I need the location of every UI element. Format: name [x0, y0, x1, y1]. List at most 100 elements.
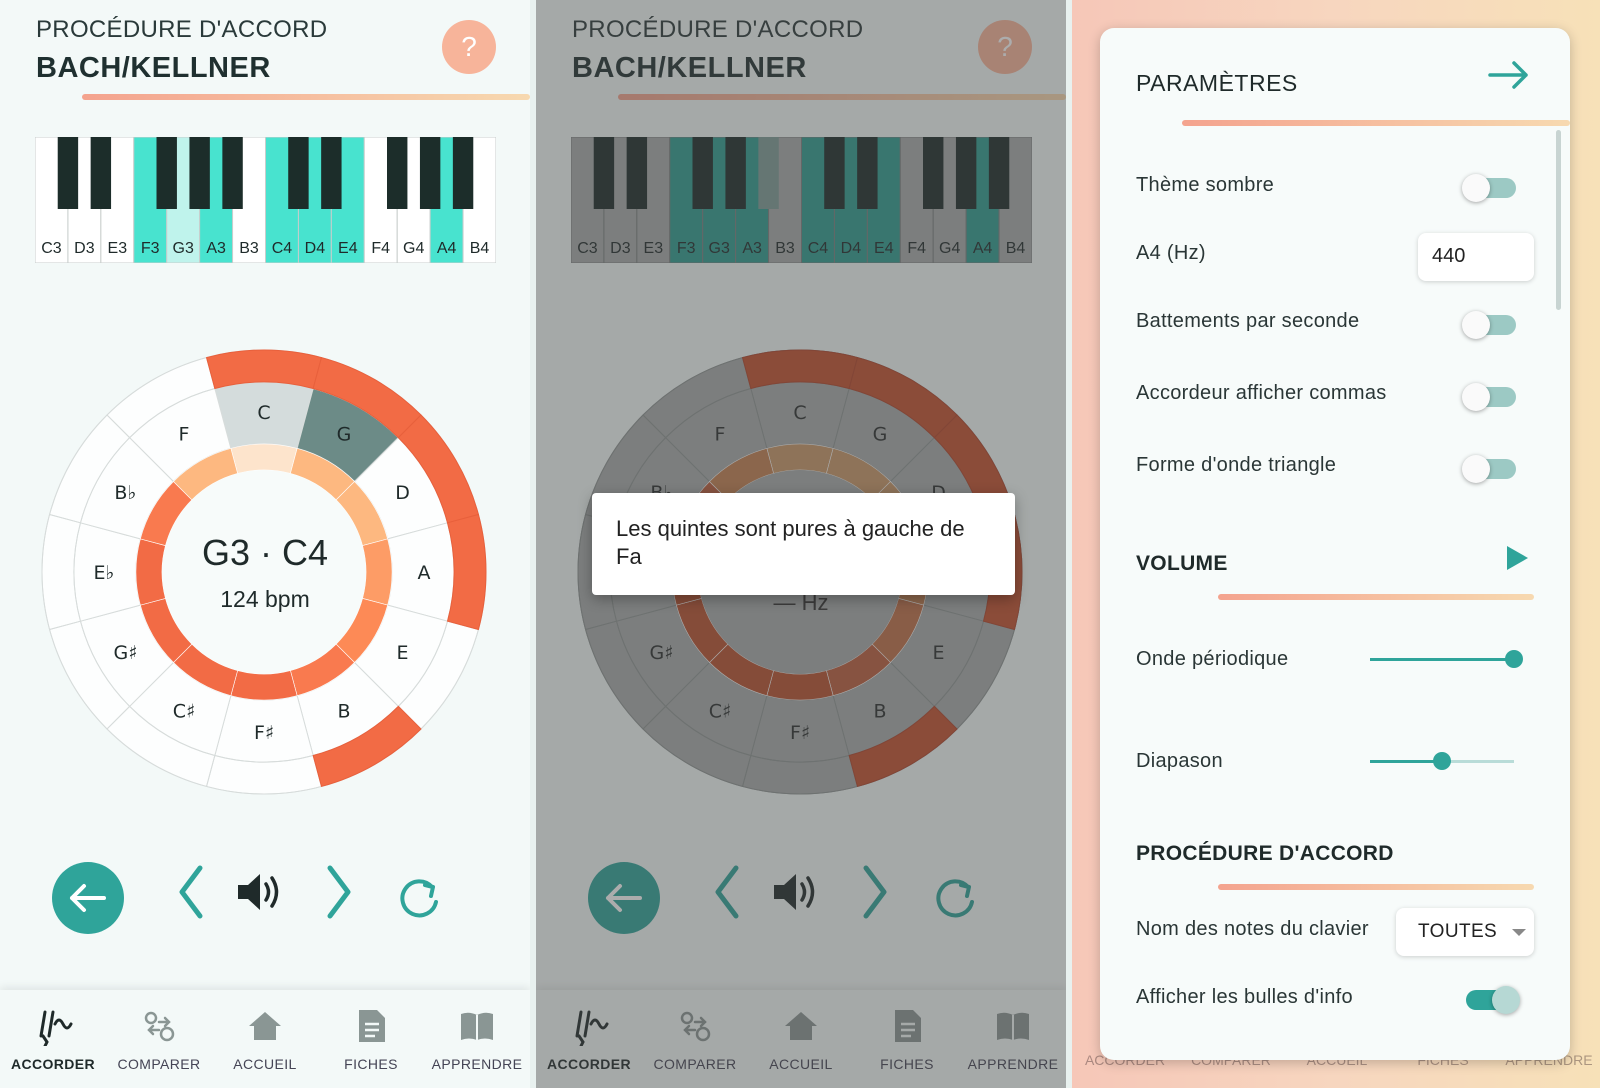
select-value: TOUTES — [1418, 921, 1498, 942]
note-label: D — [395, 482, 410, 504]
diapason-slider[interactable] — [1370, 752, 1514, 772]
black-key[interactable] — [90, 137, 112, 209]
document-icon — [359, 1010, 385, 1042]
key-label: E3 — [108, 240, 128, 257]
slider-knob[interactable] — [1433, 752, 1451, 770]
black-key[interactable] — [452, 137, 474, 209]
toggle-knob — [1462, 383, 1490, 411]
a4-frequency-input[interactable]: 440 — [1418, 233, 1534, 281]
dark-theme-label: Thème sombre — [1136, 174, 1275, 196]
triangle-label: Forme d'onde triangle — [1136, 454, 1337, 476]
black-key[interactable] — [222, 137, 243, 209]
note-names-label: Nom des notes du clavier — [1136, 918, 1369, 940]
note-label: F♯ — [254, 722, 274, 744]
nav-label: COMPARER — [117, 1056, 201, 1072]
help-button[interactable]: ? — [442, 20, 496, 74]
piano-keyboard[interactable]: C3 D3 E3 F3 G3 A3 B3 C4 D4 E4 F4 G4 A4 B4 — [35, 137, 496, 263]
key-label: G3 — [173, 240, 194, 257]
key-label: F4 — [371, 240, 390, 257]
black-key[interactable] — [156, 137, 177, 209]
nav-item-comparer[interactable]: COMPARER — [106, 990, 212, 1088]
page-title: BACH/KELLNER — [36, 52, 271, 84]
note-label: E — [397, 642, 409, 664]
note-label: F — [179, 423, 190, 445]
key-label: B4 — [470, 240, 490, 257]
settings-title: PARAMÈTRES — [1136, 70, 1298, 96]
black-key[interactable] — [189, 137, 210, 209]
nav-label: FICHES — [344, 1056, 398, 1072]
tuning-screen-with-tooltip: PROCÉDURE D'ACCORD BACH/KELLNER ? C3 D3 E3… — [536, 0, 1066, 1088]
key-label: D4 — [305, 240, 326, 257]
compare-icon — [144, 1011, 175, 1042]
black-key[interactable] — [321, 137, 342, 209]
play-icon[interactable] — [1504, 544, 1530, 572]
next-button[interactable] — [318, 862, 358, 922]
key-label: C3 — [41, 240, 62, 257]
periodic-label: Onde périodique — [1136, 648, 1289, 670]
note-names-select[interactable]: TOUTES — [1396, 908, 1534, 956]
interval-segment — [230, 670, 298, 701]
black-key[interactable] — [57, 137, 79, 209]
tooltips-label: Afficher les bulles d'info — [1136, 986, 1353, 1008]
page-subtitle: PROCÉDURE D'ACCORD — [36, 16, 328, 43]
slider-fill — [1370, 760, 1442, 763]
key-label: C4 — [272, 240, 293, 257]
toggle-knob — [1462, 174, 1490, 202]
diapason-label: Diapason — [1136, 750, 1223, 772]
nav-label: APPRENDRE — [431, 1056, 523, 1072]
scrollbar[interactable] — [1556, 130, 1561, 310]
arrow-left-icon — [70, 884, 106, 912]
settings-divider — [1182, 120, 1570, 126]
note-label: C — [257, 402, 270, 424]
black-key[interactable] — [387, 137, 408, 209]
key-label: D3 — [74, 240, 95, 257]
nav-item-apprendre[interactable]: APPRENDRE — [424, 990, 530, 1088]
key-label: E4 — [338, 240, 358, 257]
note-label: C♯ — [173, 701, 195, 723]
back-button[interactable] — [52, 862, 124, 934]
settings-screen: ACCORDER COMPARER ACCUEIL FICHES APPREND… — [1072, 0, 1600, 1088]
commas-toggle[interactable] — [1462, 383, 1516, 411]
header-divider — [82, 94, 530, 100]
black-key[interactable] — [288, 137, 309, 209]
repeat-icon[interactable] — [394, 872, 444, 922]
interval-segment — [230, 443, 298, 474]
previous-button[interactable] — [172, 862, 212, 922]
toggle-knob — [1462, 455, 1490, 483]
triangle-toggle[interactable] — [1462, 455, 1516, 483]
tuning-screen: PROCÉDURE D'ACCORD BACH/KELLNER ? C3 D3 E3… — [0, 0, 530, 1088]
slider-knob[interactable] — [1505, 650, 1523, 668]
nav-item-fiches[interactable]: FICHES — [318, 990, 424, 1088]
tuning-fork-icon — [39, 1010, 73, 1046]
key-label: A3 — [206, 240, 226, 257]
note-label: B♭ — [114, 482, 136, 504]
key-label: B3 — [239, 240, 259, 257]
note-label: B — [337, 701, 350, 723]
note-label: G — [337, 423, 352, 445]
volume-heading: VOLUME — [1136, 552, 1228, 575]
note-label: G♯ — [113, 642, 137, 664]
nav-label: ACCORDER — [10, 1056, 96, 1072]
black-key[interactable] — [419, 137, 441, 209]
settings-drawer: PARAMÈTRES Thème sombre A4 (Hz) 440 Batt… — [1100, 28, 1570, 1060]
a4-label: A4 (Hz) — [1136, 242, 1206, 264]
arrow-right-icon[interactable] — [1486, 58, 1532, 92]
slider-fill — [1370, 658, 1514, 661]
nav-item-accorder[interactable]: ACCORDER — [0, 990, 106, 1088]
volume-divider — [1218, 594, 1534, 600]
current-interval: G3 · C4 — [201, 532, 329, 573]
home-icon — [249, 1012, 281, 1040]
chevron-down-icon — [1512, 929, 1526, 936]
beats-toggle[interactable] — [1462, 311, 1516, 339]
tooltips-toggle[interactable] — [1466, 986, 1520, 1014]
periodic-slider[interactable] — [1370, 650, 1523, 670]
nav-item-accueil[interactable]: ACCUEIL — [212, 990, 318, 1088]
beats-per-minute: 124 bpm — [220, 586, 310, 612]
speaker-icon[interactable] — [234, 868, 286, 916]
key-label: A4 — [437, 240, 457, 257]
commas-label: Accordeur afficher commas — [1136, 382, 1387, 404]
dark-theme-toggle[interactable] — [1462, 174, 1516, 202]
info-tooltip[interactable]: Les quintes sont pures à gauche de Fa — [592, 493, 1015, 595]
nav-label: ACCUEIL — [233, 1056, 297, 1072]
book-icon — [461, 1012, 493, 1040]
